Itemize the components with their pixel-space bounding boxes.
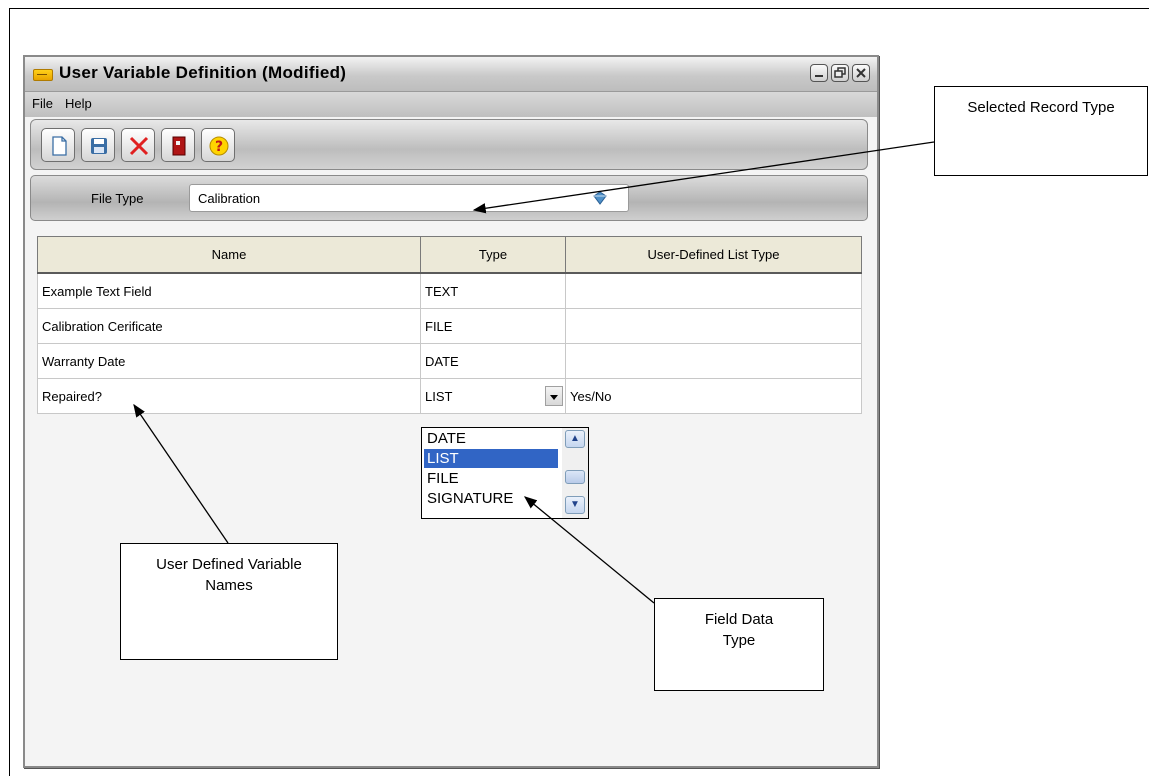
arrow-field-data-type — [523, 496, 655, 604]
annotation-arrows — [133, 141, 935, 604]
arrow-record-type — [472, 141, 935, 214]
arrow-variable-names — [133, 403, 229, 544]
